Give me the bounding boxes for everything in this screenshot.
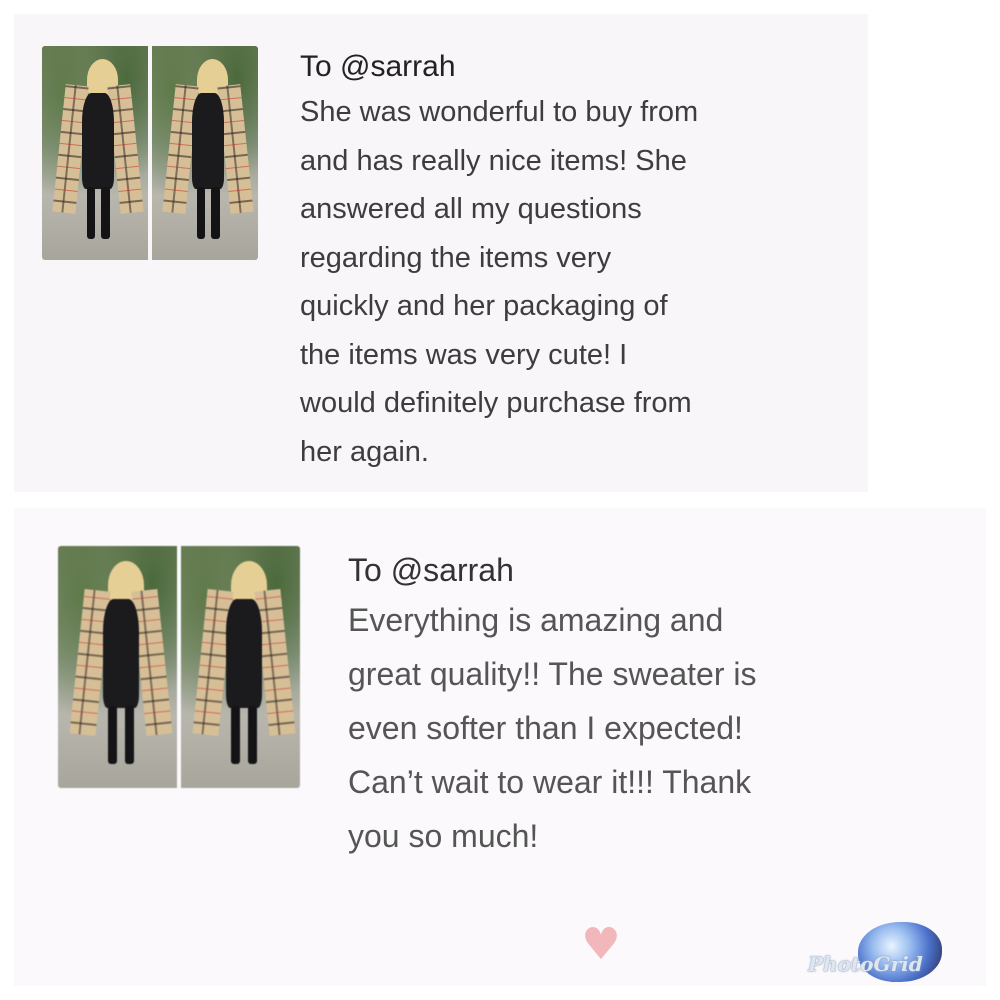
- review-line: answered all my questions: [300, 193, 642, 225]
- review-card-1: To @sarrah She was wonderful to buy from…: [14, 14, 868, 492]
- review-line: regarding the items very: [300, 241, 612, 274]
- review-line: would definitely purchase from: [300, 387, 692, 419]
- product-thumbnail[interactable]: [42, 46, 258, 260]
- product-photo-back: [152, 46, 258, 260]
- review-line: even softer than I expected!: [348, 710, 743, 746]
- review-line: Everything is amazing and: [348, 602, 724, 638]
- review-line: you so much!: [348, 818, 539, 854]
- photogrid-watermark: PhotoGrid: [808, 952, 923, 976]
- review-body: She was wonderful to buy from and has re…: [300, 88, 840, 476]
- review-line: and has really nice items! She: [300, 144, 687, 177]
- review-recipient: To @sarrah: [300, 50, 456, 83]
- review-line: quickly and her packaging of: [300, 290, 668, 322]
- review-recipient: To @sarrah: [348, 552, 514, 588]
- review-line: her again.: [300, 435, 429, 468]
- review-line: Can’t wait to wear it!!! Thank: [348, 764, 752, 800]
- review-body: Everything is amazing and great quality!…: [348, 593, 948, 863]
- product-photo-front: [58, 546, 177, 788]
- review-line: great quality!! The sweater is: [348, 656, 757, 692]
- review-content: To @sarrah She was wonderful to buy from…: [300, 50, 840, 476]
- product-photo-front: [42, 46, 148, 260]
- product-photo-back: [181, 546, 300, 788]
- review-line: She was wonderful to buy from: [300, 96, 699, 128]
- product-thumbnail[interactable]: [58, 546, 300, 788]
- review-content: To @sarrah Everything is amazing and gre…: [348, 552, 948, 863]
- review-card-2: To @sarrah Everything is amazing and gre…: [14, 508, 986, 986]
- review-line: the items was very cute! I: [300, 338, 628, 371]
- heart-icon[interactable]: ♥: [580, 923, 622, 967]
